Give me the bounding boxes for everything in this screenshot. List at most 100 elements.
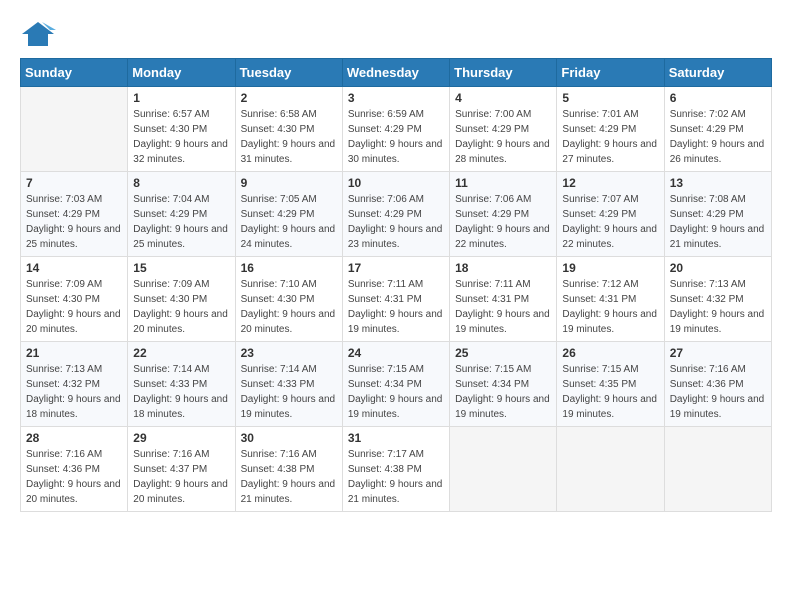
calendar-cell: 15 Sunrise: 7:09 AMSunset: 4:30 PMDayligh… — [128, 257, 235, 342]
day-number: 29 — [133, 431, 229, 445]
calendar-cell: 12 Sunrise: 7:07 AMSunset: 4:29 PMDayligh… — [557, 172, 664, 257]
calendar-week-row: 14 Sunrise: 7:09 AMSunset: 4:30 PMDayligh… — [21, 257, 772, 342]
day-number: 8 — [133, 176, 229, 190]
day-info: Sunrise: 7:09 AMSunset: 4:30 PMDaylight:… — [133, 277, 229, 337]
day-header-monday: Monday — [128, 59, 235, 87]
day-number: 4 — [455, 91, 551, 105]
calendar-cell: 1 Sunrise: 6:57 AMSunset: 4:30 PMDaylight… — [128, 87, 235, 172]
calendar-cell: 11 Sunrise: 7:06 AMSunset: 4:29 PMDayligh… — [450, 172, 557, 257]
day-info: Sunrise: 7:09 AMSunset: 4:30 PMDaylight:… — [26, 277, 122, 337]
calendar-cell: 6 Sunrise: 7:02 AMSunset: 4:29 PMDaylight… — [664, 87, 771, 172]
day-header-friday: Friday — [557, 59, 664, 87]
day-info: Sunrise: 7:00 AMSunset: 4:29 PMDaylight:… — [455, 107, 551, 167]
calendar-cell: 29 Sunrise: 7:16 AMSunset: 4:37 PMDayligh… — [128, 427, 235, 512]
day-info: Sunrise: 6:57 AMSunset: 4:30 PMDaylight:… — [133, 107, 229, 167]
calendar-cell: 18 Sunrise: 7:11 AMSunset: 4:31 PMDayligh… — [450, 257, 557, 342]
day-header-wednesday: Wednesday — [342, 59, 449, 87]
day-number: 21 — [26, 346, 122, 360]
day-number: 18 — [455, 261, 551, 275]
day-number: 25 — [455, 346, 551, 360]
day-number: 24 — [348, 346, 444, 360]
calendar-week-row: 28Sunrise: 7:16 AMSunset: 4:36 PMDayligh… — [21, 427, 772, 512]
calendar-cell: 3 Sunrise: 6:59 AMSunset: 4:29 PMDaylight… — [342, 87, 449, 172]
day-number: 22 — [133, 346, 229, 360]
page-header — [20, 20, 772, 48]
day-number: 10 — [348, 176, 444, 190]
day-info: Sunrise: 7:13 AMSunset: 4:32 PMDaylight:… — [26, 362, 122, 422]
day-info: Sunrise: 7:16 AMSunset: 4:36 PMDaylight:… — [670, 362, 766, 422]
calendar-cell: 14 Sunrise: 7:09 AMSunset: 4:30 PMDayligh… — [21, 257, 128, 342]
day-info: Sunrise: 7:02 AMSunset: 4:29 PMDaylight:… — [670, 107, 766, 167]
day-header-sunday: Sunday — [21, 59, 128, 87]
calendar-cell: 30 Sunrise: 7:16 AMSunset: 4:38 PMDayligh… — [235, 427, 342, 512]
day-info: Sunrise: 7:15 AMSunset: 4:34 PMDaylight:… — [455, 362, 551, 422]
day-number: 16 — [241, 261, 337, 275]
day-info: Sunrise: 7:11 AMSunset: 4:31 PMDaylight:… — [348, 277, 444, 337]
day-info: Sunrise: 7:03 AMSunset: 4:29 PMDaylight:… — [26, 192, 122, 252]
calendar-cell: 24 Sunrise: 7:15 AMSunset: 4:34 PMDayligh… — [342, 342, 449, 427]
calendar-cell: 19 Sunrise: 7:12 AMSunset: 4:31 PMDayligh… — [557, 257, 664, 342]
day-info: Sunrise: 7:04 AMSunset: 4:29 PMDaylight:… — [133, 192, 229, 252]
calendar-cell — [21, 87, 128, 172]
calendar-cell: 7 Sunrise: 7:03 AMSunset: 4:29 PMDaylight… — [21, 172, 128, 257]
day-number: 13 — [670, 176, 766, 190]
calendar-cell: 8 Sunrise: 7:04 AMSunset: 4:29 PMDaylight… — [128, 172, 235, 257]
day-number: 6 — [670, 91, 766, 105]
calendar-cell — [450, 427, 557, 512]
day-number: 2 — [241, 91, 337, 105]
day-number: 20 — [670, 261, 766, 275]
day-number: 23 — [241, 346, 337, 360]
day-info: Sunrise: 7:11 AMSunset: 4:31 PMDaylight:… — [455, 277, 551, 337]
day-number: 19 — [562, 261, 658, 275]
calendar-cell: 31 Sunrise: 7:17 AMSunset: 4:38 PMDayligh… — [342, 427, 449, 512]
day-number: 9 — [241, 176, 337, 190]
day-number: 11 — [455, 176, 551, 190]
day-number: 30 — [241, 431, 337, 445]
day-info: Sunrise: 7:13 AMSunset: 4:32 PMDaylight:… — [670, 277, 766, 337]
day-info: Sunrise: 7:15 AMSunset: 4:35 PMDaylight:… — [562, 362, 658, 422]
day-info: Sunrise: 7:12 AMSunset: 4:31 PMDaylight:… — [562, 277, 658, 337]
day-info: Sunrise: 7:17 AMSunset: 4:38 PMDaylight:… — [348, 447, 444, 507]
calendar-cell: 17Sunrise: 7:11 AMSunset: 4:31 PMDayligh… — [342, 257, 449, 342]
day-info: Sunrise: 7:16 AMSunset: 4:36 PMDaylight:… — [26, 447, 122, 507]
calendar-cell: 26 Sunrise: 7:15 AMSunset: 4:35 PMDayligh… — [557, 342, 664, 427]
calendar-cell: 13 Sunrise: 7:08 AMSunset: 4:29 PMDayligh… — [664, 172, 771, 257]
day-number: 7 — [26, 176, 122, 190]
calendar-cell: 25 Sunrise: 7:15 AMSunset: 4:34 PMDayligh… — [450, 342, 557, 427]
calendar-week-row: 21 Sunrise: 7:13 AMSunset: 4:32 PMDayligh… — [21, 342, 772, 427]
day-header-tuesday: Tuesday — [235, 59, 342, 87]
day-number: 26 — [562, 346, 658, 360]
day-number: 5 — [562, 91, 658, 105]
day-info: Sunrise: 7:08 AMSunset: 4:29 PMDaylight:… — [670, 192, 766, 252]
day-number: 3 — [348, 91, 444, 105]
calendar-cell — [557, 427, 664, 512]
day-info: Sunrise: 7:16 AMSunset: 4:37 PMDaylight:… — [133, 447, 229, 507]
calendar-table: SundayMondayTuesdayWednesdayThursdayFrid… — [20, 58, 772, 512]
calendar-cell: 4 Sunrise: 7:00 AMSunset: 4:29 PMDaylight… — [450, 87, 557, 172]
day-header-thursday: Thursday — [450, 59, 557, 87]
day-info: Sunrise: 7:16 AMSunset: 4:38 PMDaylight:… — [241, 447, 337, 507]
calendar-cell: 21 Sunrise: 7:13 AMSunset: 4:32 PMDayligh… — [21, 342, 128, 427]
day-number: 14 — [26, 261, 122, 275]
day-info: Sunrise: 7:07 AMSunset: 4:29 PMDaylight:… — [562, 192, 658, 252]
day-number: 15 — [133, 261, 229, 275]
day-info: Sunrise: 7:01 AMSunset: 4:29 PMDaylight:… — [562, 107, 658, 167]
day-header-saturday: Saturday — [664, 59, 771, 87]
calendar-week-row: 1 Sunrise: 6:57 AMSunset: 4:30 PMDaylight… — [21, 87, 772, 172]
day-info: Sunrise: 7:06 AMSunset: 4:29 PMDaylight:… — [348, 192, 444, 252]
day-number: 12 — [562, 176, 658, 190]
day-info: Sunrise: 7:06 AMSunset: 4:29 PMDaylight:… — [455, 192, 551, 252]
day-info: Sunrise: 7:10 AMSunset: 4:30 PMDaylight:… — [241, 277, 337, 337]
calendar-cell: 27 Sunrise: 7:16 AMSunset: 4:36 PMDayligh… — [664, 342, 771, 427]
day-info: Sunrise: 7:15 AMSunset: 4:34 PMDaylight:… — [348, 362, 444, 422]
day-number: 1 — [133, 91, 229, 105]
day-info: Sunrise: 6:59 AMSunset: 4:29 PMDaylight:… — [348, 107, 444, 167]
day-number: 31 — [348, 431, 444, 445]
calendar-cell: 5 Sunrise: 7:01 AMSunset: 4:29 PMDaylight… — [557, 87, 664, 172]
calendar-cell — [664, 427, 771, 512]
day-info: Sunrise: 6:58 AMSunset: 4:30 PMDaylight:… — [241, 107, 337, 167]
day-number: 27 — [670, 346, 766, 360]
logo-icon — [20, 20, 56, 48]
calendar-cell: 9Sunrise: 7:05 AMSunset: 4:29 PMDaylight… — [235, 172, 342, 257]
calendar-cell: 10 Sunrise: 7:06 AMSunset: 4:29 PMDayligh… — [342, 172, 449, 257]
